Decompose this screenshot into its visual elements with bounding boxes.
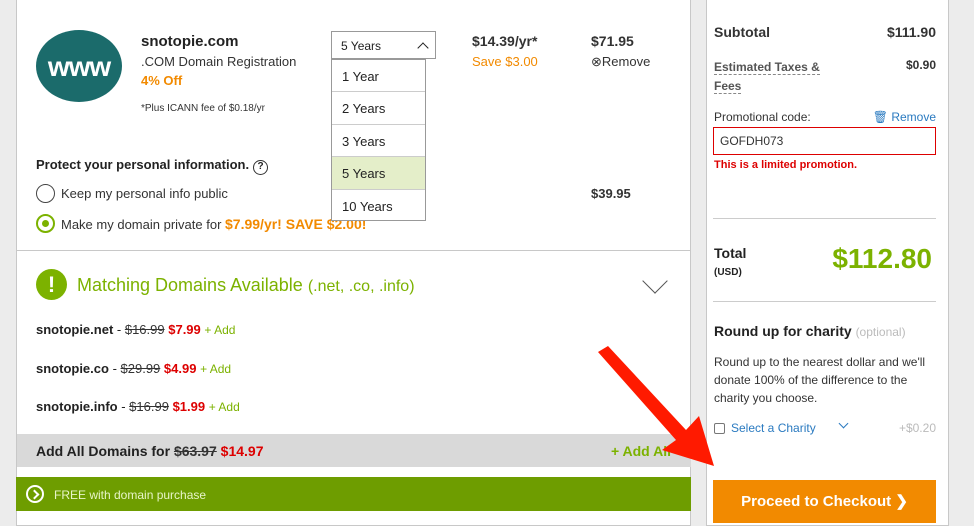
term-select[interactable]: 5 Years [331,31,436,59]
term-option[interactable]: 2 Years [332,92,425,125]
remove-circle-icon: ⊗ [591,54,602,69]
line-total: $71.95 [591,33,634,49]
promo-message: This is a limited promotion. [714,159,858,171]
promo-label: Promotional code: [714,110,811,124]
tax-label[interactable]: Estimated Taxes & Fees [714,58,834,96]
charity-description: Round up to the nearest dollar and we'll… [714,355,926,405]
promo-remove-link[interactable]: 🗑 Remove [873,110,936,124]
annotation-arrow-icon [598,346,714,466]
matching-domains-title[interactable]: Matching Domains Available (.net, .co, .… [77,275,415,296]
public-price: $39.95 [591,186,631,201]
charity-select[interactable]: Select a Charity [731,421,816,435]
section-divider [16,250,691,251]
free-banner[interactable]: FREE with domain purchase [16,477,691,511]
radio-public[interactable] [36,184,55,203]
term-option[interactable]: 1 Year [332,60,425,93]
privacy-heading: Protect your personal information.? [36,157,269,175]
charity-title: Round up for charity (optional) [714,323,906,339]
add-all-bar: Add All Domains for $63.97 $14.97 + Add … [17,434,691,467]
savings-label: Save $3.00 [472,54,538,69]
price-per-year: $14.39/yr* [472,33,538,49]
promo-code-input[interactable] [713,127,936,155]
term-selected-value: 5 Years [341,39,382,53]
radio-public-label[interactable]: Keep my personal info public [61,186,228,201]
summary-divider [713,301,936,302]
subtotal-value: $111.90 [886,24,936,40]
domain-name: snotopie.com [141,33,239,50]
help-icon[interactable]: ? [253,160,269,175]
term-option[interactable]: 3 Years [332,125,425,158]
radio-private-label[interactable]: Make my domain private for $7.99/yr! SAV… [61,216,366,232]
summary-divider [713,218,936,219]
add-domain-link[interactable]: + Add [200,362,231,376]
add-domain-link[interactable]: + Add [204,323,235,337]
term-dropdown: 1 Year 2 Years 3 Years 5 Years 10 Years [331,59,426,221]
product-description: .COM Domain Registration [141,54,297,69]
www-logo: www [36,30,122,102]
alt-domain-row: snotopie.net - $16.99 $7.99 + Add [36,322,236,337]
discount-label: 4% Off [141,73,183,88]
term-option-selected[interactable]: 5 Years [332,157,425,190]
radio-private-selected[interactable] [36,214,55,233]
exclamation-icon: ! [36,269,67,300]
subtotal-label: Subtotal [714,24,770,40]
total-label: Total [714,245,747,261]
tax-value: $0.90 [905,58,936,72]
add-all-text: Add All Domains for $63.97 $14.97 [36,443,264,459]
charity-amount: +$0.20 [898,421,936,435]
alt-domain-row: snotopie.co - $29.99 $4.99 + Add [36,361,232,376]
chevron-up-icon [417,42,429,54]
icann-fee-note: *Plus ICANN fee of $0.18/yr [141,103,265,114]
add-domain-link[interactable]: + Add [209,400,240,414]
chevron-right-icon: ❯ [895,493,908,510]
total-value: $112.80 [832,243,932,274]
term-option[interactable]: 10 Years [332,190,425,222]
proceed-to-checkout-button[interactable]: Proceed to Checkout ❯ [713,480,936,523]
chevron-right-circle-icon [26,485,44,503]
trash-icon: 🗑 [872,110,888,124]
alt-domain-row: snotopie.info - $16.99 $1.99 + Add [36,399,240,414]
total-currency: (USD) [714,267,742,278]
remove-item-link[interactable]: ⊗Remove [591,54,650,70]
